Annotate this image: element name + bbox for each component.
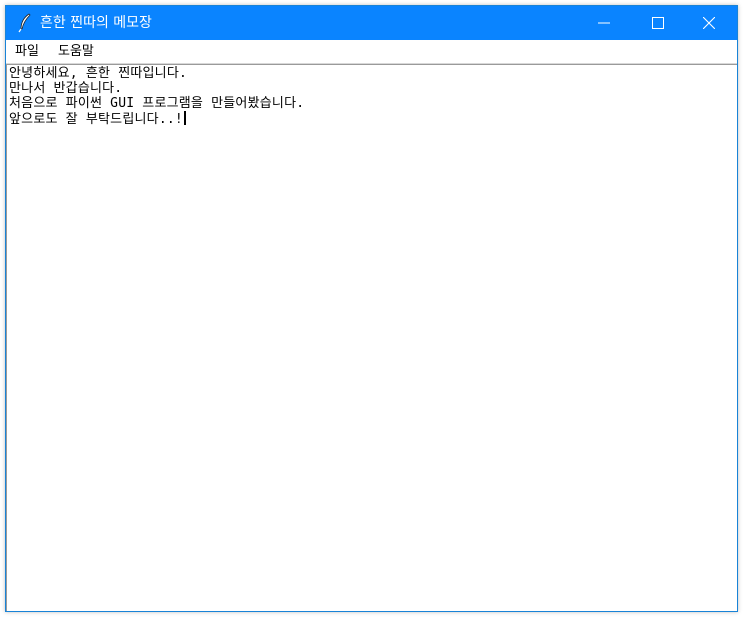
minimize-icon: [598, 22, 610, 24]
window-title: 흔한 찐따의 메모장: [40, 15, 152, 31]
text-caret: [183, 111, 186, 125]
editor-line: 만나서 반갑습니다.: [9, 81, 123, 96]
notepad-window: 흔한 찐따의 메모장 파일 도움말 안녕하세요, 흔한 찐따입니다. 만나서 반…: [5, 5, 738, 612]
minimize-button[interactable]: [581, 6, 627, 40]
editor-line-text: 앞으로도 잘 부탁드립니다..!: [9, 112, 183, 127]
text-editor[interactable]: 안녕하세요, 흔한 찐따입니다. 만나서 반갑습니다. 처음으로 파이썬 GUI…: [6, 64, 737, 611]
title-bar[interactable]: 흔한 찐따의 메모장: [6, 6, 737, 40]
maximize-icon: [652, 17, 664, 29]
editor-line: 안녕하세요, 흔한 찐따입니다.: [9, 66, 188, 81]
editor-line: 처음으로 파이썬 GUI 프로그램을 만들어봤습니다.: [9, 96, 305, 111]
menu-file[interactable]: 파일: [15, 43, 39, 60]
close-button[interactable]: [686, 6, 732, 40]
menu-help[interactable]: 도움말: [58, 43, 94, 60]
editor-line-last: 앞으로도 잘 부탁드립니다..!: [9, 111, 735, 127]
feather-quill-icon: [17, 13, 33, 33]
menu-bar: 파일 도움말: [6, 40, 737, 64]
maximize-button[interactable]: [635, 6, 681, 40]
close-icon: [703, 17, 715, 29]
